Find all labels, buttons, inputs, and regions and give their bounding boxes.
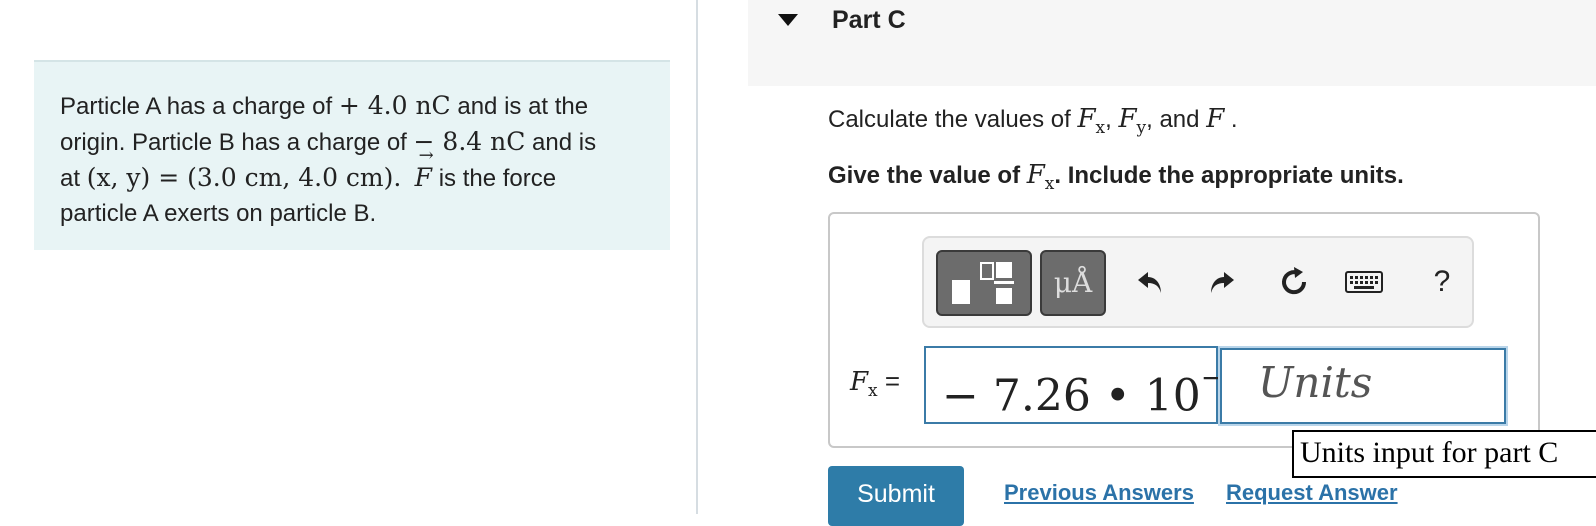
problem-text: is the force — [438, 165, 557, 192]
fy-symbol: Fy — [1118, 104, 1147, 139]
fraction-denominator-icon — [996, 288, 1012, 304]
problem-text: Particle A has a charge of — [60, 93, 333, 120]
problem-text: origin. Particle B has a charge of — [60, 129, 407, 156]
separator: . — [1230, 106, 1238, 133]
request-answer-link[interactable]: Request Answer — [1226, 480, 1398, 506]
problem-text: and is at the — [457, 93, 589, 120]
problem-text: and is — [532, 129, 597, 156]
value-mantissa: − 7.26 • 10 — [942, 370, 1201, 422]
units-symbols-button[interactable]: μÅ — [1040, 250, 1106, 316]
position-b-coords: (x, y) = (3.0 cm, 4.0 cm). — [86, 163, 402, 192]
force-vector-symbol: F — [415, 138, 434, 195]
units-tooltip: Units input for part C — [1292, 430, 1596, 478]
submit-button[interactable]: Submit — [828, 466, 964, 526]
problem-text: at — [60, 165, 81, 192]
separator: , — [1105, 106, 1112, 133]
instruction-text: Calculate the values of — [828, 106, 1071, 133]
prompt-text: Give the value of — [828, 162, 1021, 189]
template-superscript-icon — [980, 262, 994, 280]
collapse-caret-icon[interactable] — [778, 14, 798, 26]
fx-input-label: Fx = — [850, 366, 901, 402]
previous-answers-link[interactable]: Previous Answers — [1004, 480, 1194, 506]
fx-symbol: Fx — [1026, 160, 1055, 195]
reset-icon[interactable] — [1272, 260, 1316, 304]
prompt-text: . Include the appropriate units. — [1054, 162, 1404, 189]
fx-symbol: Fx — [1077, 104, 1106, 139]
fraction-bar-icon — [994, 281, 1014, 284]
template-box-icon — [952, 280, 970, 304]
separator: , and — [1146, 106, 1200, 133]
value-input[interactable]: − 7.26 • 10− 9 — [924, 346, 1251, 424]
problem-line-3: at (x, y) = (3.0 cm, 4.0 cm). F is the f… — [60, 138, 644, 196]
problem-statement: Particle A has a charge of + 4.0 nC and … — [34, 60, 670, 250]
question-instruction: Calculate the values of Fx, Fy, and F . — [828, 104, 1238, 138]
units-placeholder: Units — [1258, 358, 1373, 407]
help-icon[interactable]: ? — [1420, 260, 1464, 304]
part-title: Part C — [832, 6, 906, 34]
fraction-numerator-icon — [996, 262, 1012, 278]
keyboard-icon[interactable] — [1342, 260, 1386, 304]
column-divider — [696, 0, 698, 514]
templates-button[interactable] — [936, 250, 1032, 316]
redo-icon[interactable] — [1200, 260, 1244, 304]
charge-a-value: + 4.0 nC — [338, 91, 451, 120]
math-toolbar: μÅ ? — [922, 236, 1474, 328]
answer-prompt: Give the value of Fx. Include the approp… — [828, 160, 1404, 194]
units-input[interactable]: Units — [1220, 348, 1506, 424]
problem-line-4: particle A exerts on particle B. — [60, 200, 377, 227]
problem-line-1: Particle A has a charge of + 4.0 nC and … — [60, 88, 644, 124]
problem-line-2: origin. Particle B has a charge of − 8.4… — [60, 124, 644, 160]
undo-icon[interactable] — [1128, 260, 1172, 304]
f-symbol: F — [1206, 104, 1225, 134]
